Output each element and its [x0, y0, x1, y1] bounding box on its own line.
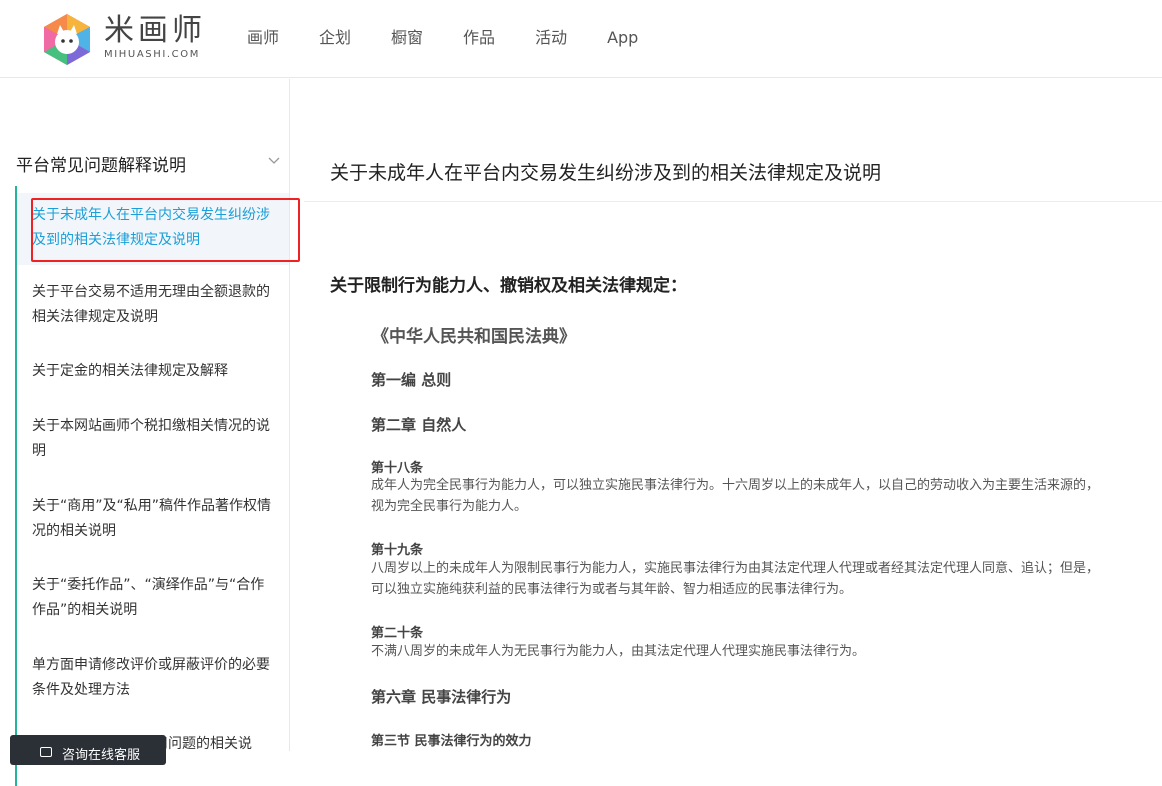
brand[interactable]: 米画师 MIHUASHI.COM [104, 13, 206, 61]
online-support-label: 咨询在线客服 [62, 748, 141, 763]
article-20-text: 不满八周岁的未成年人为无民事行为能力人，由其法定代理人代理实施民事法律行为。 [371, 644, 866, 659]
chapter-6-heading: 第六章 民事法律行为 [371, 688, 512, 706]
mihuashi-logo-icon[interactable] [40, 12, 94, 66]
brand-name: 米画师 [104, 13, 206, 48]
brand-domain: MIHUASHI.COM [104, 49, 200, 60]
sidebar: 平台常见问题解释说明 关于未成年人在平台内交易发生纠纷涉及到的相关法律规定及说明… [0, 79, 290, 786]
chapter-heading: 第二章 自然人 [371, 416, 467, 434]
page-title: 关于未成年人在平台内交易发生纠纷涉及到的相关法律规定及说明 [330, 162, 882, 184]
article-18-text: 成年人为完全民事行为能力人，可以独立实施民事法律行为。十六周岁以上的未成年人，以… [371, 478, 1100, 514]
chevron-down-icon[interactable] [268, 157, 280, 165]
part-heading: 第一编 总则 [371, 371, 452, 389]
sidebar-title[interactable]: 平台常见问题解释说明 [16, 151, 186, 176]
law-title: 《中华人民共和国民法典》 [372, 327, 576, 347]
nav-item-works[interactable]: 作品 [463, 28, 495, 48]
article-19-text: 八周岁以上的未成年人为限制民事行为能力人，实施民事法律行为由其法定代理人代理或者… [371, 561, 1100, 597]
sidebar-item-commissioned-works[interactable]: 关于“委托作品”、“演绎作品”与“合作作品”的相关说明 [17, 573, 289, 623]
section-title: 关于限制行为能力人、撤销权及相关法律规定： [330, 276, 687, 296]
article-18-title: 第十八条 [371, 461, 424, 476]
nav-item-artists[interactable]: 画师 [247, 28, 279, 48]
nav-item-projects[interactable]: 企划 [319, 28, 351, 48]
sidebar-item-no-refund[interactable]: 关于平台交易不适用无理由全额退款的相关法律规定及说明 [17, 280, 289, 330]
chat-icon [40, 747, 52, 757]
section-3-heading: 第三节 民事法律行为的效力 [371, 734, 532, 749]
sidebar-item-minors[interactable]: 关于未成年人在平台内交易发生纠纷涉及到的相关法律规定及说明 [17, 193, 289, 265]
top-header: 米画师 MIHUASHI.COM 画师 企划 橱窗 作品 活动 App [0, 0, 1162, 78]
sidebar-item-tax[interactable]: 关于本网站画师个税扣缴相关情况的说明 [17, 414, 289, 464]
nav-item-app[interactable]: App [607, 28, 638, 48]
article-19-title: 第十九条 [371, 543, 424, 558]
sidebar-item-copyright[interactable]: 关于“商用”及“私用”稿件作品著作权情况的相关说明 [17, 494, 289, 544]
main-nav: 画师 企划 橱窗 作品 活动 App [247, 28, 678, 48]
sidebar-item-deposit[interactable]: 关于定金的相关法律规定及解释 [17, 359, 289, 384]
nav-item-events[interactable]: 活动 [535, 28, 567, 48]
title-divider [304, 201, 1162, 202]
online-support-button[interactable]: 咨询在线客服 [10, 735, 166, 765]
sidebar-list: 关于未成年人在平台内交易发生纠纷涉及到的相关法律规定及说明 关于平台交易不适用无… [15, 186, 289, 786]
nav-item-showcase[interactable]: 橱窗 [391, 28, 423, 48]
sidebar-item-review-modification[interactable]: 单方面申请修改评价或屏蔽评价的必要条件及处理方法 [17, 653, 289, 703]
article-20-title: 第二十条 [371, 626, 424, 641]
